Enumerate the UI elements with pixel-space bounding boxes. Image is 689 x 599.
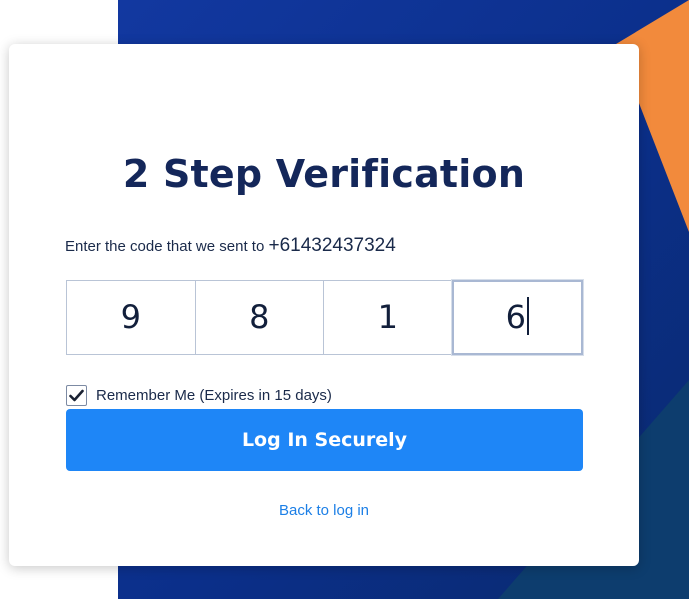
remember-me-label: Remember Me (Expires in 15 days): [96, 386, 332, 404]
verification-card: 2 Step Verification Enter the code that …: [9, 44, 639, 566]
back-to-login-link[interactable]: Back to log in: [9, 500, 639, 522]
code-input-group: 9 8 1 6: [66, 280, 583, 355]
code-digit-2[interactable]: 8: [194, 280, 324, 355]
instructions-label: Enter the code that we sent to: [65, 238, 265, 255]
remember-me-option[interactable]: Remember Me (Expires in 15 days): [66, 383, 332, 407]
code-digit-3[interactable]: 1: [323, 280, 453, 355]
code-digit-1[interactable]: 9: [66, 280, 196, 355]
page-title: 2 Step Verification: [122, 152, 526, 196]
remember-me-checkbox[interactable]: [66, 384, 87, 406]
log-in-securely-button[interactable]: Log In Securely: [66, 409, 583, 471]
code-digit-4-value: 6: [505, 298, 526, 336]
phone-number: +61432437324: [268, 235, 396, 256]
instructions-text: Enter the code that we sent to +61432437…: [65, 232, 396, 261]
checkmark-icon: [69, 389, 84, 401]
text-cursor: [526, 297, 529, 335]
code-digit-4[interactable]: 6: [451, 280, 583, 355]
